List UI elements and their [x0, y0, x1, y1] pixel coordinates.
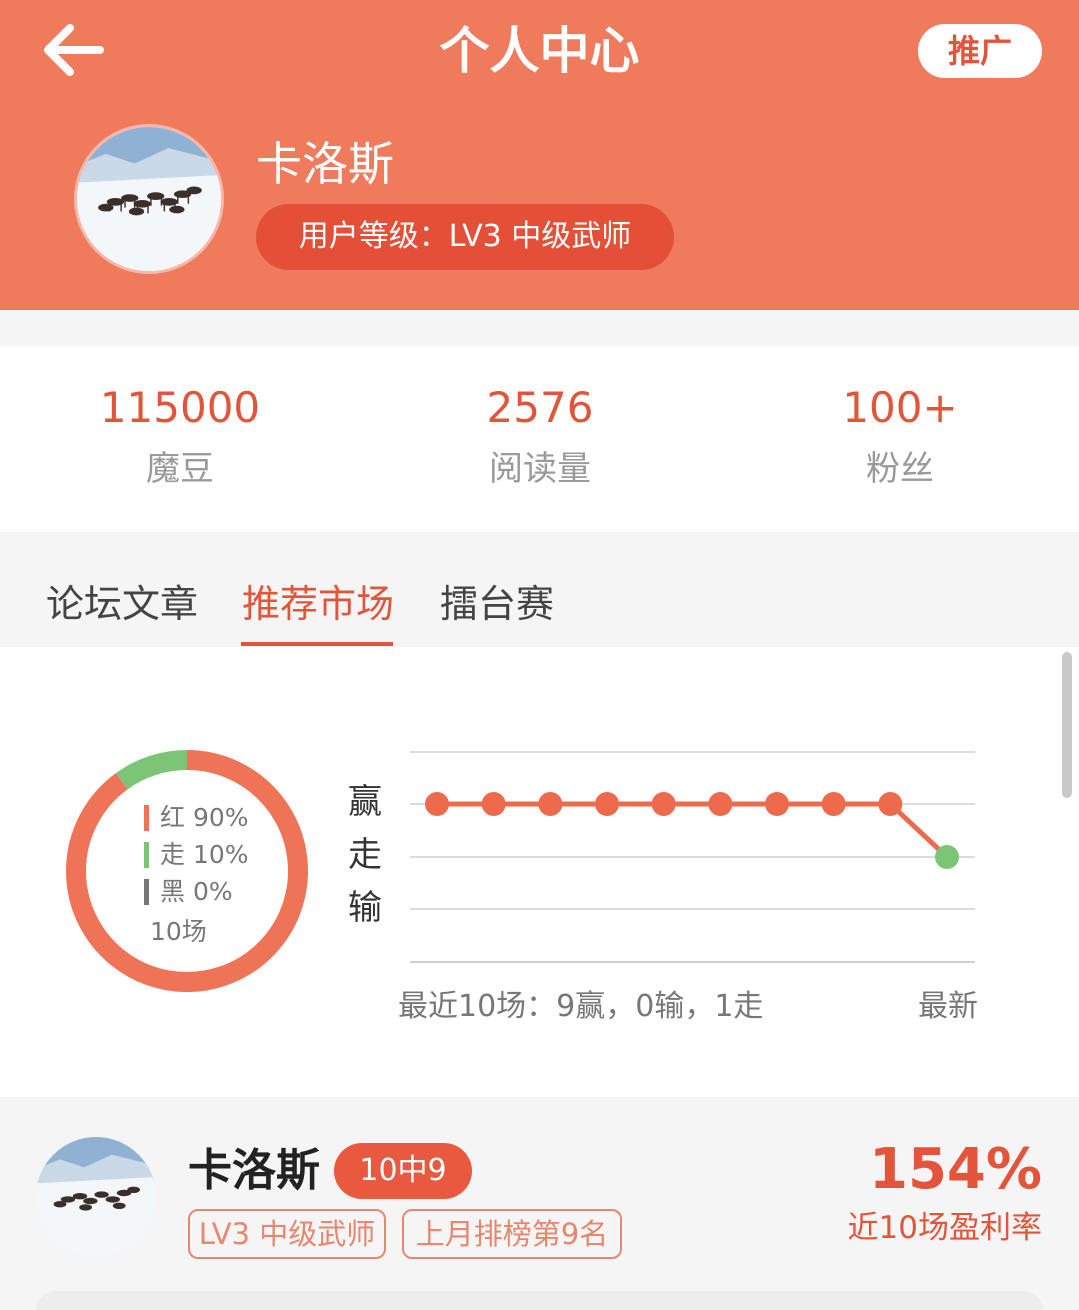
y-tick-lose: 输 — [348, 888, 382, 928]
stat-value: 115000 — [99, 383, 261, 432]
result-point — [651, 792, 676, 816]
stat-fans[interactable]: 100+ 粉丝 — [720, 376, 1079, 498]
stat-value: 100+ — [842, 383, 958, 432]
stat-label: 阅读量 — [489, 449, 591, 489]
result-point — [821, 792, 846, 816]
recent-results-line-chart — [410, 751, 975, 963]
rank-tag: 上月排榜第9名 — [402, 1209, 622, 1259]
tab-recommend-market[interactable]: 推荐市场 — [242, 576, 394, 632]
y-tick-win: 赢 — [348, 782, 382, 822]
avatar[interactable] — [74, 124, 224, 274]
hit-rate-badge: 10中9 — [334, 1143, 472, 1199]
profit-rate-label: 近10场盈利率 — [847, 1210, 1042, 1246]
expert-card[interactable]: 卡洛斯 10中9 LV3 中级武师 上月排榜第9名 154% 近10场盈利率 — [0, 1097, 1079, 1310]
profit-rate-value: 154% — [868, 1137, 1042, 1202]
tab-bar: 论坛文章 推荐市场 擂台赛 — [0, 532, 1079, 647]
stat-mo-dou[interactable]: 115000 魔豆 — [0, 376, 360, 498]
result-point — [765, 792, 789, 816]
avatar[interactable] — [36, 1137, 156, 1257]
tab-forum-articles[interactable]: 论坛文章 — [46, 576, 198, 632]
result-point — [878, 792, 903, 816]
stat-label: 魔豆 — [146, 449, 214, 489]
reindeer-snow-avatar — [77, 127, 221, 271]
result-point — [425, 792, 449, 816]
result-point — [538, 792, 563, 816]
promote-button[interactable]: 推广 — [918, 24, 1042, 78]
stat-reads[interactable]: 2576 阅读量 — [360, 376, 720, 498]
x-axis-summary: 最近10场：9赢，0输，1走 — [398, 989, 764, 1024]
result-point — [708, 792, 733, 816]
profile-header: 个人中心 推广 卡洛斯 用户等级：LV3 中级武师 — [0, 0, 1079, 310]
stats-panel: 115000 魔豆 2576 阅读量 100+ 粉丝 — [0, 346, 1079, 532]
scrollbar-thumb[interactable] — [1062, 652, 1072, 798]
tab-arena[interactable]: 擂台赛 — [440, 576, 554, 632]
level-tag: LV3 中级武师 — [188, 1209, 386, 1259]
result-point — [481, 792, 506, 816]
x-axis-latest-label: 最新 — [918, 989, 978, 1024]
result-point — [935, 845, 959, 869]
results-line — [437, 801, 949, 859]
record-chart-panel: 红 90% 走 10% 黑 0% 10场 赢 走 输 最近10场：9赢，0输，1… — [0, 647, 1079, 1097]
y-tick-draw: 走 — [348, 835, 382, 875]
user-name: 卡洛斯 — [256, 137, 394, 191]
expert-name: 卡洛斯 — [188, 1145, 320, 1196]
stat-label: 粉丝 — [866, 449, 934, 489]
stat-value: 2576 — [486, 383, 594, 432]
user-level-badge: 用户等级：LV3 中级武师 — [256, 204, 674, 270]
active-tab-indicator — [241, 642, 393, 646]
next-card-preview — [36, 1291, 1043, 1310]
result-point — [595, 792, 619, 816]
reindeer-snow-avatar — [36, 1137, 156, 1257]
